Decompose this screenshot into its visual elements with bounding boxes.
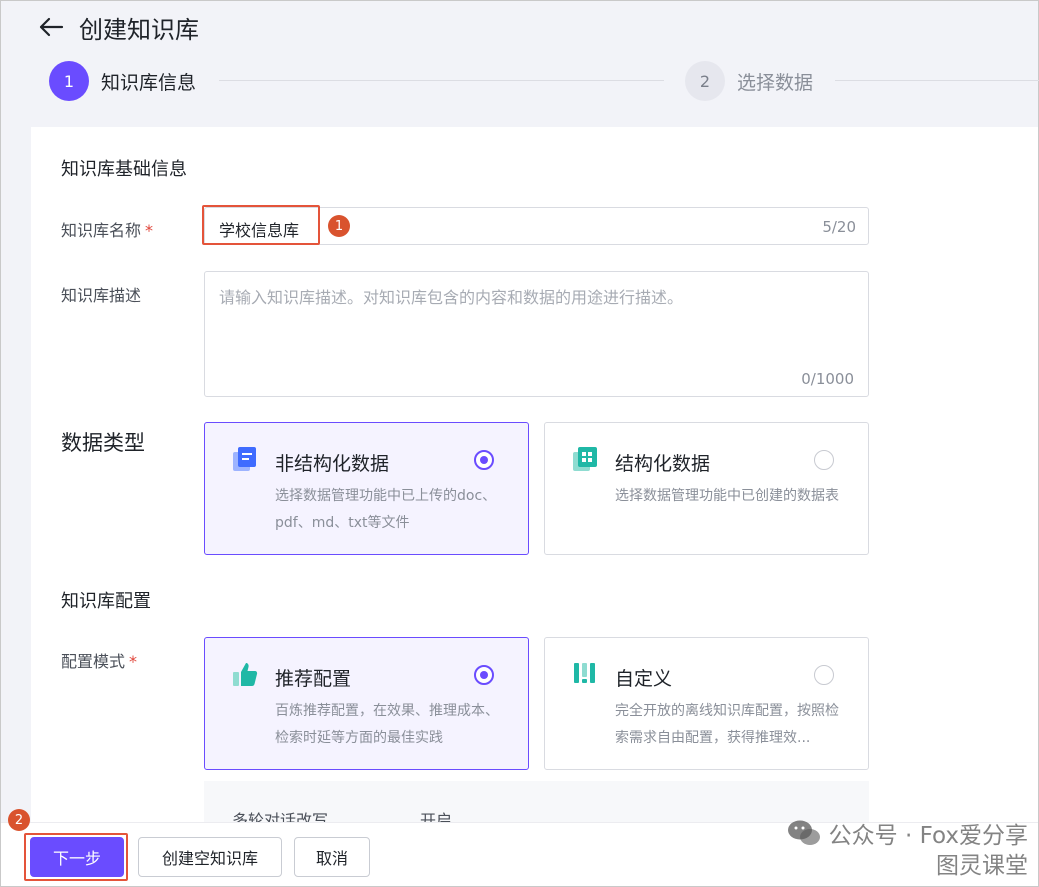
multi-turn-rewrite-value: 开启	[420, 811, 453, 822]
footer-bar: 2 下一步 创建空知识库 取消 公众号 · Fox爱分享 图灵课堂	[1, 809, 1038, 886]
form-card: 知识库基础信息 知识库名称 * 学校信息库 5/20 1 知识库描述 请输入知识库…	[31, 127, 1038, 822]
watermark-text-2: 图灵课堂	[936, 853, 1028, 879]
desc-char-count: 0/1000	[801, 370, 854, 388]
watermark-line-1: 公众号 · Fox爱分享	[787, 816, 1028, 850]
data-type-label: 数据类型	[61, 431, 145, 455]
step-2-label: 选择数据	[737, 71, 814, 94]
step-connector	[219, 80, 664, 81]
create-empty-kb-button[interactable]: 创建空知识库	[138, 837, 282, 877]
advanced-config-panel: 多轮对话改写 开启	[204, 781, 869, 822]
name-char-count: 5/20	[822, 218, 856, 236]
option-unstructured-data[interactable]: 非结构化数据 选择数据管理功能中已上传的doc、pdf、md、txt等文件	[204, 422, 529, 555]
option-title: 推荐配置	[275, 668, 352, 690]
name-label-text: 知识库名称	[61, 221, 142, 240]
annotation-badge-1: 1	[328, 215, 350, 237]
option-desc: 完全开放的离线知识库配置，按照检索需求自由配置，获得推理效...	[615, 703, 839, 746]
required-mark: *	[145, 221, 154, 240]
table-icon	[573, 447, 597, 471]
config-section-title: 知识库配置	[61, 591, 151, 612]
radio-unchecked[interactable]	[814, 665, 834, 685]
radio-checked[interactable]	[474, 450, 494, 470]
option-title: 自定义	[615, 668, 673, 690]
multi-turn-rewrite-label: 多轮对话改写	[232, 811, 329, 822]
step-1-label: 知识库信息	[101, 71, 197, 94]
page-header: 创建知识库	[37, 9, 199, 45]
option-structured-data[interactable]: 结构化数据 选择数据管理功能中已创建的数据表	[544, 422, 869, 555]
custom-bars-icon	[574, 663, 595, 683]
watermark-text-1: 公众号 · Fox爱分享	[828, 823, 1028, 849]
option-desc: 百炼推荐配置，在效果、推理成本、检索时延等方面的最佳实践	[275, 703, 499, 746]
watermark: 公众号 · Fox爱分享 图灵课堂	[787, 816, 1028, 880]
annotation-badge-2: 2	[8, 809, 30, 831]
page-title: 创建知识库	[79, 15, 199, 44]
step-2[interactable]: 2 选择数据	[685, 61, 813, 101]
knowledge-base-name-input[interactable]: 学校信息库 5/20	[204, 207, 869, 245]
option-title: 非结构化数据	[275, 453, 390, 475]
thumbs-up-icon	[233, 663, 258, 686]
next-step-button[interactable]: 下一步	[30, 837, 124, 877]
step-1-number: 1	[49, 61, 89, 101]
name-label: 知识库名称 *	[61, 217, 153, 241]
stepper: 1 知识库信息 2 选择数据	[49, 61, 1039, 101]
option-desc: 选择数据管理功能中已上传的doc、pdf、md、txt等文件	[275, 488, 497, 531]
config-mode-label: 配置模式 *	[61, 648, 137, 672]
step-1[interactable]: 1 知识库信息	[49, 61, 196, 101]
name-input-value: 学校信息库	[219, 221, 300, 240]
knowledge-base-desc-textarea[interactable]: 请输入知识库描述。对知识库包含的内容和数据的用途进行描述。 0/1000	[204, 271, 869, 397]
option-title: 结构化数据	[615, 453, 711, 475]
wechat-icon	[787, 820, 820, 845]
required-mark: *	[129, 652, 138, 671]
config-mode-label-text: 配置模式	[61, 652, 126, 671]
step-2-number: 2	[685, 61, 725, 101]
desc-label: 知识库描述	[61, 286, 142, 305]
document-icon	[233, 447, 256, 471]
option-desc: 选择数据管理功能中已创建的数据表	[615, 488, 839, 504]
option-recommended-config[interactable]: 推荐配置 百炼推荐配置，在效果、推理成本、检索时延等方面的最佳实践	[204, 637, 529, 770]
step-connector-end	[835, 80, 1039, 81]
radio-unchecked[interactable]	[814, 450, 834, 470]
desc-placeholder: 请输入知识库描述。对知识库包含的内容和数据的用途进行描述。	[219, 288, 684, 307]
basic-info-title: 知识库基础信息	[61, 159, 187, 180]
back-arrow-icon[interactable]	[37, 13, 65, 41]
option-custom-config[interactable]: 自定义 完全开放的离线知识库配置，按照检索需求自由配置，获得推理效...	[544, 637, 869, 770]
radio-checked[interactable]	[474, 665, 494, 685]
cancel-button[interactable]: 取消	[294, 837, 370, 877]
